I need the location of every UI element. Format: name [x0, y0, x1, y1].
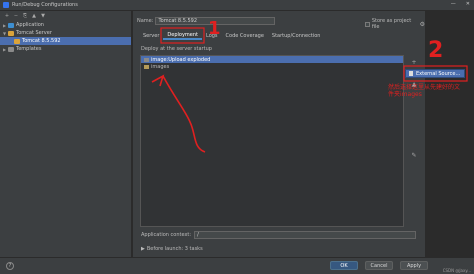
tree-toolbar: + − ⎘ ▲ ▼ [0, 11, 131, 21]
folder-icon [144, 64, 149, 69]
store-as-project-label: Store as project file [371, 18, 412, 30]
store-as-project-checkbox[interactable] [365, 21, 370, 27]
window-title: Run/Debug Configurations [12, 2, 78, 8]
apply-button[interactable]: Apply [400, 261, 428, 270]
watermark: CSDN @Jaxy... [442, 268, 471, 273]
cancel-button[interactable]: Cancel [365, 261, 393, 270]
copy-config-button[interactable]: ⎘ [22, 13, 28, 19]
annotation-number-1: 1 [208, 18, 221, 39]
external-source-menu-item[interactable]: External Source... [405, 69, 465, 78]
application-context-field[interactable]: / [194, 231, 417, 239]
tree-item-tomcat-server[interactable]: ▼ Tomcat Server [0, 29, 131, 37]
tab-server[interactable]: Server [139, 31, 163, 40]
tab-code-coverage[interactable]: Code Coverage [222, 31, 268, 40]
application-icon [8, 22, 14, 28]
annotation-number-2: 2 [428, 38, 444, 63]
gear-icon[interactable]: ⚙ [420, 21, 425, 28]
dialog-footer: ? OK Cancel Apply CSDN @Jaxy... [0, 257, 474, 274]
add-config-button[interactable]: + [4, 13, 10, 19]
remove-config-button[interactable]: − [13, 13, 19, 19]
move-down-button[interactable]: ▼ [40, 13, 46, 19]
tree-item-label: Templates [16, 46, 42, 52]
tab-deployment[interactable]: Deployment [163, 31, 202, 40]
name-label: Name: [137, 18, 154, 24]
close-icon[interactable]: ✕ [466, 1, 470, 7]
wrench-icon [8, 46, 14, 52]
minimize-icon[interactable]: — [451, 1, 456, 7]
before-launch-label: Before launch: 3 tasks [146, 246, 203, 252]
application-context-row: Application context: / [141, 231, 417, 239]
help-button[interactable]: ? [6, 262, 14, 270]
tree-item-application[interactable]: ▶ Application [0, 21, 131, 29]
artifact-label: images [151, 63, 170, 70]
application-context-label: Application context: [141, 232, 192, 238]
tomcat-icon [8, 30, 14, 36]
tree-item-label: Application [16, 22, 44, 28]
config-tabs: Server Deployment Logs Code Coverage Sta… [139, 31, 324, 40]
app-logo-icon [3, 2, 9, 8]
tree-item-label: Tomcat 8.5.592 [22, 38, 61, 44]
window-controls: — ✕ [451, 1, 470, 7]
deploy-at-startup-label: Deploy at the server startup [141, 46, 212, 52]
store-as-project-row: Store as project file ⚙ [365, 18, 425, 30]
list-item[interactable]: image:Upload exploded [141, 56, 403, 63]
artifact-label: image:Upload exploded [151, 56, 211, 63]
tomcat-icon [14, 38, 20, 44]
move-up-button[interactable]: ▲ [31, 13, 37, 19]
file-icon [409, 71, 413, 76]
before-launch-section[interactable]: ▶ Before launch: 3 tasks [141, 246, 203, 252]
artifact-icon [144, 57, 149, 62]
title-bar: Run/Debug Configurations — ✕ [0, 0, 474, 11]
config-editor-panel: Name: Tomcat 8.5.592 Store as project fi… [133, 11, 425, 257]
ok-button[interactable]: OK [330, 261, 358, 270]
expand-arrow-icon[interactable]: ▶ [141, 246, 145, 252]
config-tree-panel: + − ⎘ ▲ ▼ ▶ Application ▼ Tomcat Server … [0, 11, 132, 257]
edit-icon[interactable]: ✎ [411, 152, 416, 159]
deployment-list[interactable]: image:Upload exploded images [140, 55, 404, 227]
list-item[interactable]: images [141, 63, 403, 70]
add-deployment-button[interactable]: + [411, 59, 416, 66]
tree-item-tomcat-config[interactable]: Tomcat 8.5.592 [0, 37, 131, 45]
external-source-label: External Source... [416, 70, 461, 77]
tab-startup-connection[interactable]: Startup/Connection [268, 31, 325, 40]
tree-item-label: Tomcat Server [16, 30, 52, 36]
name-row: Name: Tomcat 8.5.592 [137, 17, 276, 25]
annotation-note: 然后选择这里从先建好的文件夹images [388, 84, 461, 98]
tree-item-templates[interactable]: ▶ Templates [0, 45, 131, 53]
